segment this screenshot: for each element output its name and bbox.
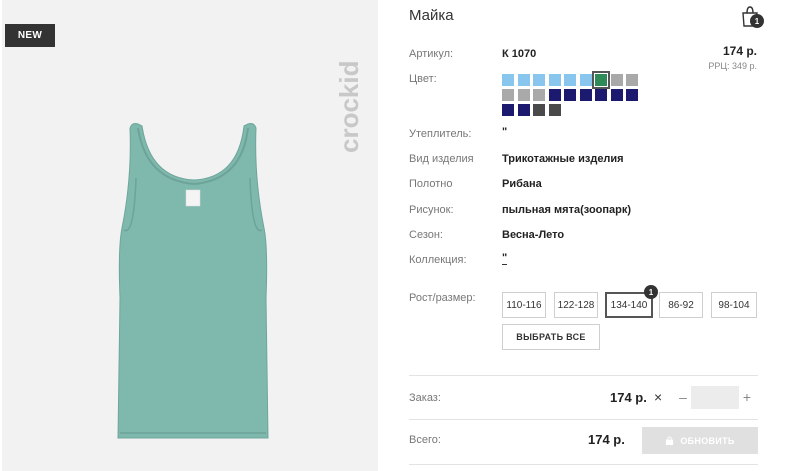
brand-logo-text: crockid xyxy=(334,61,364,154)
order-label: Заказ: xyxy=(409,392,441,404)
color-swatch[interactable] xyxy=(548,89,561,101)
divider xyxy=(409,419,758,420)
size-label: Рост/размер: xyxy=(409,292,476,304)
product-image-panel: NEW crockid xyxy=(2,0,378,471)
color-swatch[interactable] xyxy=(502,89,514,101)
pattern-label: Рисунок: xyxy=(409,204,454,216)
type-label: Вид изделия xyxy=(409,153,474,165)
size-count-badge: 1 xyxy=(644,285,658,299)
cart-count-badge: 1 xyxy=(750,14,764,28)
decrease-quantity-button[interactable]: – xyxy=(676,387,690,407)
total-price: 174 р. xyxy=(588,432,625,447)
update-button-label: ОБНОВИТЬ xyxy=(680,435,735,446)
size-option[interactable]: 110-116 xyxy=(502,292,546,318)
insulation-label: Утеплитель: xyxy=(409,128,472,140)
color-swatch[interactable] xyxy=(533,89,545,101)
color-swatch[interactable] xyxy=(533,104,545,116)
select-all-button[interactable]: ВЫБРАТЬ ВСЕ xyxy=(502,324,600,350)
color-swatch[interactable] xyxy=(595,89,607,101)
order-price: 174 р. xyxy=(610,390,647,405)
divider xyxy=(409,464,758,465)
size-option[interactable]: 122-128 xyxy=(554,292,598,318)
color-swatch[interactable] xyxy=(564,89,576,101)
size-option[interactable]: 86-92 xyxy=(659,292,703,318)
total-label: Всего: xyxy=(409,434,441,446)
color-label: Цвет: xyxy=(409,73,437,85)
color-swatch[interactable] xyxy=(548,104,561,116)
product-photo xyxy=(117,123,269,439)
color-swatch[interactable] xyxy=(626,89,638,101)
update-button[interactable]: ОБНОВИТЬ xyxy=(642,427,758,454)
season-value: Весна-Лето xyxy=(502,229,565,241)
color-swatch[interactable] xyxy=(502,104,514,116)
color-swatch[interactable] xyxy=(517,74,530,86)
product-price: 174 р. xyxy=(722,44,757,58)
type-value: Трикотажные изделия xyxy=(502,153,624,165)
collection-link[interactable]: " xyxy=(502,252,508,265)
new-badge: NEW xyxy=(5,24,55,47)
bag-icon xyxy=(666,436,674,445)
collection-value[interactable]: " xyxy=(502,252,508,265)
collection-label: Коллекция: xyxy=(409,254,467,266)
insulation-value: " xyxy=(502,126,508,138)
color-swatch[interactable] xyxy=(610,74,623,86)
article-label: Артикул: xyxy=(409,48,454,60)
color-swatch[interactable] xyxy=(533,74,545,86)
size-option[interactable]: 98-104 xyxy=(711,292,757,318)
article-value: К 1070 xyxy=(502,48,537,60)
season-label: Сезон: xyxy=(409,229,443,241)
quantity-input[interactable] xyxy=(691,386,739,409)
rrc-price: РРЦ: 349 р. xyxy=(708,61,757,71)
fabric-label: Полотно xyxy=(409,178,453,190)
divider xyxy=(409,375,758,376)
product-title: Майка xyxy=(409,7,454,24)
times-icon: × xyxy=(654,389,663,405)
color-swatch[interactable] xyxy=(517,104,530,116)
color-swatch[interactable] xyxy=(564,74,576,86)
color-swatch[interactable] xyxy=(626,74,638,86)
increase-quantity-button[interactable]: + xyxy=(740,387,754,407)
fabric-value: Рибана xyxy=(502,178,542,190)
brand-logo: crockid xyxy=(334,61,364,154)
color-swatch[interactable] xyxy=(610,89,623,101)
color-swatch[interactable] xyxy=(579,74,592,86)
color-swatch[interactable] xyxy=(579,89,592,101)
color-swatch-selected[interactable] xyxy=(592,71,610,89)
color-swatch[interactable] xyxy=(517,89,530,101)
color-swatch[interactable] xyxy=(502,74,514,86)
color-swatch[interactable] xyxy=(548,74,561,86)
pattern-value: пыльная мята(зоопарк) xyxy=(502,204,632,216)
